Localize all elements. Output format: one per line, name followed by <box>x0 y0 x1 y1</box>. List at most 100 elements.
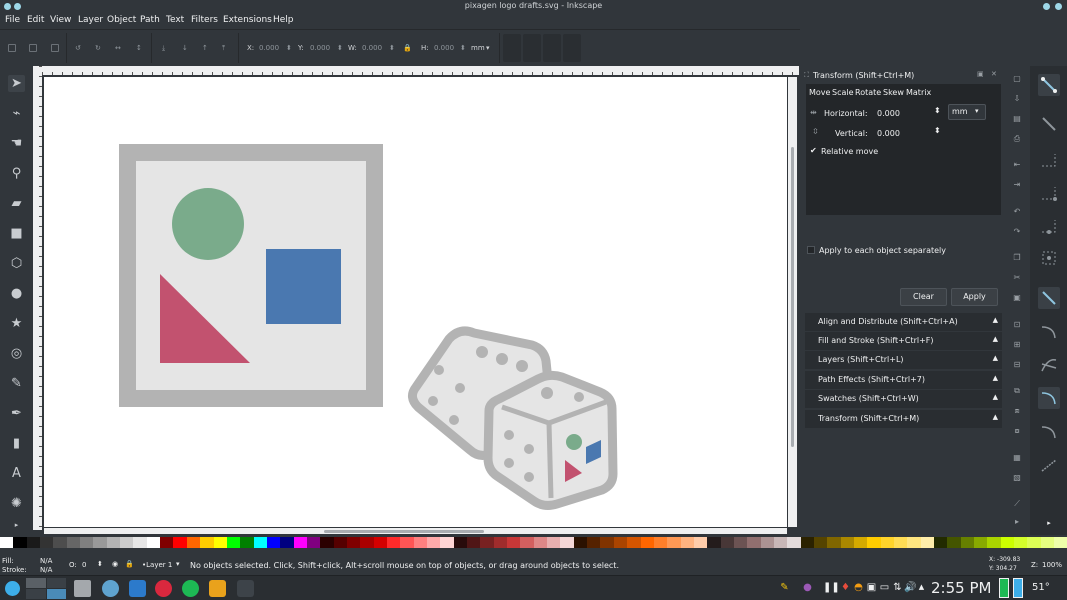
color-swatch[interactable] <box>707 537 721 548</box>
close-icon[interactable]: ✕ <box>991 70 997 78</box>
color-swatch[interactable] <box>760 537 774 548</box>
y-spin-icon[interactable]: ⬍ <box>337 44 343 52</box>
unit-select[interactable]: mm ▾ <box>948 104 986 120</box>
color-swatch[interactable] <box>960 537 975 548</box>
more-snap-icon[interactable]: ▸ <box>1038 512 1060 534</box>
spiral-tool-icon[interactable]: ◎ <box>8 345 25 362</box>
color-swatch[interactable] <box>373 537 387 548</box>
color-swatch[interactable] <box>186 537 201 548</box>
snap-bbox-corners-icon[interactable] <box>1038 182 1060 204</box>
visibility-icon[interactable]: ◉ <box>112 560 118 568</box>
color-swatch[interactable] <box>400 537 414 548</box>
dock-fill-stroke[interactable]: Fill and Stroke (Shift+Ctrl+F) ▲ <box>805 332 1002 350</box>
color-swatch[interactable] <box>907 537 921 548</box>
pause-icon[interactable]: ❚❚ <box>823 582 840 593</box>
color-swatch[interactable] <box>640 537 654 548</box>
weather-temperature[interactable]: 51° <box>1032 582 1050 593</box>
snap-midpoints-icon[interactable] <box>1038 454 1060 476</box>
y-field[interactable]: 0.000 <box>310 44 330 52</box>
menu-edit[interactable]: Edit <box>27 15 44 25</box>
color-swatch[interactable] <box>1054 537 1067 548</box>
color-swatch[interactable] <box>653 537 668 548</box>
spray-tool-icon[interactable]: ✺ <box>8 495 25 512</box>
vertical-ruler[interactable] <box>33 66 42 530</box>
paste-icon[interactable]: ▣ <box>1012 293 1022 303</box>
battery-icon[interactable] <box>1013 578 1023 598</box>
color-swatch[interactable] <box>280 537 294 548</box>
more-tools-icon[interactable]: ▸ <box>8 517 25 534</box>
chevron-down-icon[interactable]: ▾ <box>486 44 490 52</box>
color-swatch[interactable] <box>547 537 561 548</box>
snap-toggle-icon[interactable] <box>1038 74 1060 96</box>
minimize-icon[interactable] <box>1043 3 1050 10</box>
sublime-text-icon[interactable] <box>209 580 226 597</box>
zoom-drawing-icon[interactable]: ⊞ <box>1012 340 1022 350</box>
layer-select[interactable]: •Layer 1 <box>142 561 172 569</box>
text-tool-icon[interactable]: A <box>8 465 25 482</box>
color-swatch[interactable] <box>106 537 121 548</box>
vscode-icon[interactable] <box>129 580 146 597</box>
color-swatch[interactable] <box>306 537 321 548</box>
color-swatch[interactable] <box>693 537 708 548</box>
network-icon[interactable]: ⇅ <box>892 582 903 593</box>
color-swatch[interactable] <box>120 537 134 548</box>
zoom-field[interactable]: 100% <box>1042 561 1062 569</box>
tab-rotate[interactable]: Rotate <box>855 88 881 97</box>
chevron-down-icon[interactable]: ▾ <box>176 560 180 568</box>
flip-horizontal-icon[interactable]: ↔ <box>115 44 121 52</box>
snap-intersections-icon[interactable] <box>1038 354 1060 376</box>
color-swatch[interactable] <box>226 537 241 548</box>
close-icon[interactable] <box>1055 3 1062 10</box>
color-swatch[interactable] <box>520 537 534 548</box>
raise-top-icon[interactable]: ⤒ <box>222 44 225 53</box>
color-swatch[interactable] <box>587 537 601 548</box>
color-swatch[interactable] <box>440 537 454 548</box>
battery-icon[interactable] <box>999 578 1009 598</box>
tweak-tool-icon[interactable]: ☚ <box>8 135 25 152</box>
color-swatch[interactable] <box>613 537 628 548</box>
horizontal-field[interactable]: 0.000 <box>877 109 900 118</box>
clock[interactable]: 2:55 PM <box>931 579 991 597</box>
color-swatch[interactable] <box>974 537 988 548</box>
color-swatch[interactable] <box>13 537 27 548</box>
color-swatch[interactable] <box>200 537 214 548</box>
color-swatch[interactable] <box>987 537 1001 548</box>
dock-layers[interactable]: Layers (Shift+Ctrl+L) ▲ <box>805 351 1002 369</box>
color-swatch[interactable] <box>480 537 494 548</box>
file-manager-icon[interactable] <box>74 580 91 597</box>
desktop-2[interactable] <box>46 578 66 588</box>
rotate-ccw-icon[interactable]: ↺ <box>75 44 81 52</box>
color-swatch[interactable] <box>947 537 961 548</box>
snap-cusp-nodes-icon[interactable] <box>1038 387 1060 409</box>
color-swatch[interactable] <box>573 537 588 548</box>
edit-icon[interactable]: ⟋ <box>1012 499 1022 509</box>
color-swatch[interactable] <box>413 537 427 548</box>
float-icon[interactable]: ▣ <box>977 70 984 78</box>
menu-view[interactable]: View <box>50 15 71 25</box>
color-swatch[interactable] <box>133 537 147 548</box>
copy-icon[interactable]: ❐ <box>1012 253 1022 263</box>
scale-stroke-toggle[interactable] <box>503 34 521 62</box>
color-swatch[interactable] <box>427 537 441 548</box>
deselect-icon[interactable] <box>51 44 59 52</box>
ungroup-icon[interactable]: ▧ <box>1012 473 1022 483</box>
color-swatch[interactable] <box>773 537 788 548</box>
canvas[interactable] <box>44 77 787 527</box>
color-swatch[interactable] <box>293 537 307 548</box>
color-swatch[interactable] <box>333 537 347 548</box>
selector-tool-icon[interactable]: ➤ <box>8 75 25 92</box>
zoom-selection-icon[interactable]: ⊡ <box>1012 320 1022 330</box>
color-swatch[interactable] <box>800 537 814 548</box>
color-swatch[interactable] <box>80 537 94 548</box>
menu-file[interactable]: File <box>5 15 20 25</box>
cut-icon[interactable]: ✂ <box>1012 273 1022 283</box>
color-swatch[interactable] <box>453 537 468 548</box>
desktop-3[interactable] <box>26 589 46 599</box>
menu-path[interactable]: Path <box>140 15 160 25</box>
color-swatch[interactable] <box>26 537 41 548</box>
tray-app-icon[interactable]: ♦ <box>840 582 851 593</box>
calligraphy-tool-icon[interactable]: ▮ <box>8 435 25 452</box>
color-swatch[interactable] <box>160 537 174 548</box>
color-swatch[interactable] <box>787 537 801 548</box>
dock-swatches[interactable]: Swatches (Shift+Ctrl+W) ▲ <box>805 390 1002 408</box>
